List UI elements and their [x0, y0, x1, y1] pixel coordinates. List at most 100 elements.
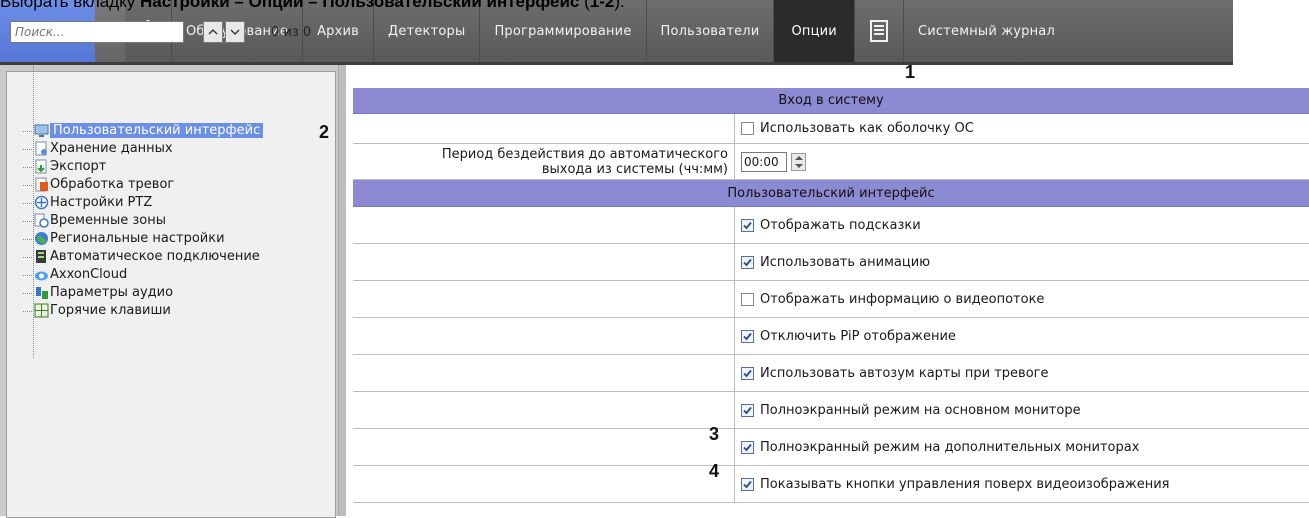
table-row: Использовать как оболочку ОС — [353, 114, 1309, 144]
checkmark-icon — [743, 221, 752, 229]
search-next-button[interactable] — [225, 21, 245, 43]
row-value-cell: Показывать кнопки управления поверх виде… — [735, 466, 1309, 502]
option-label: Отключить PiP отображение — [760, 328, 956, 344]
server-icon — [36, 250, 46, 263]
table-row: Отображать информацию о видеопотоке — [353, 281, 1309, 318]
caption-refs-close: ). — [614, 0, 625, 11]
use-shell-label: Использовать как оболочку ОС — [760, 121, 974, 136]
caption-refs-open: ( — [579, 0, 590, 11]
marker-3: 3 — [709, 424, 720, 444]
clock-icon — [34, 213, 49, 228]
tree-item-export[interactable]: Экспорт — [20, 158, 350, 176]
row-value-cell: Полноэкранный режим на основном мониторе — [735, 392, 1309, 428]
tree-item-label: Экспорт — [50, 159, 107, 174]
option-label: Показывать кнопки управления поверх виде… — [760, 476, 1170, 492]
option-checkbox[interactable] — [741, 292, 754, 306]
tree-branch-line — [23, 167, 34, 168]
tree-item-time-zones[interactable]: Временные зоны — [20, 212, 350, 230]
tree-item-auto-connection[interactable]: Автоматическое подключение — [20, 248, 350, 266]
search-match-count: 0 из 0 — [271, 25, 312, 40]
tree-item-data-storage[interactable]: Хранение данных — [20, 140, 350, 158]
table-row: Полноэкранный режим на основном мониторе — [353, 392, 1309, 429]
chevron-up-icon — [208, 29, 218, 35]
table-row: Полноэкранный режим на дополнительных мо… — [353, 429, 1309, 466]
row-value-cell: Использовать автозум карты при тревоге — [735, 355, 1309, 391]
option-label: Отображать подсказки — [760, 217, 921, 233]
storage-icon — [35, 141, 47, 156]
checkmark-icon — [743, 258, 752, 266]
row-value-cell: Использовать анимацию — [735, 244, 1309, 280]
caption-prefix: Выбрать вкладку — [0, 0, 141, 11]
table-row: Период бездействия до автоматического вы… — [353, 144, 1309, 180]
tree-item-user-interface[interactable]: Пользовательский интерфейс — [20, 122, 350, 140]
row-label-cell: Период бездействия до автоматического вы… — [353, 144, 735, 179]
instruction-caption: Выбрать вкладку Настройки – Опции – Поль… — [0, 0, 1309, 11]
row-label-cell — [353, 281, 735, 317]
tree-item-ptz-settings[interactable]: Настройки PTZ — [20, 194, 350, 212]
search-input[interactable] — [10, 21, 184, 43]
option-checkbox[interactable] — [741, 218, 754, 232]
use-shell-checkbox[interactable] — [741, 122, 754, 135]
tree-item-label: AxxonCloud — [50, 267, 128, 282]
marker-1: 1 — [905, 62, 916, 82]
option-checkbox[interactable] — [741, 366, 754, 380]
row-label-cell — [353, 392, 735, 428]
chevron-down-icon — [230, 29, 240, 35]
search-prev-button[interactable] — [203, 21, 223, 43]
marker-4: 4 — [709, 461, 720, 481]
export-icon — [35, 159, 47, 174]
marker-2: 2 — [319, 122, 330, 142]
idle-time-spinner[interactable] — [791, 152, 806, 171]
tree-branch-line — [23, 293, 34, 294]
table-row: Использовать автозум карты при тревоге — [353, 355, 1309, 392]
caption-refs: 1-2 — [589, 0, 615, 11]
table-row: Отключить PiP отображение — [353, 318, 1309, 355]
tree-branch-line — [23, 275, 34, 276]
caption-path: Настройки – Опции – Пользовательский инт… — [140, 0, 580, 11]
tree-branch-line — [23, 185, 34, 186]
idle-time-input[interactable]: 00:00 — [741, 151, 787, 172]
tree-item-label: Автоматическое подключение — [50, 249, 260, 264]
option-checkbox[interactable] — [741, 255, 754, 269]
row-value-cell: Отображать подсказки — [735, 207, 1309, 243]
monitor-icon — [34, 124, 49, 137]
option-checkbox[interactable] — [741, 403, 754, 417]
tree-item-regional-settings[interactable]: Региональные настройки — [20, 230, 350, 248]
table-row: Показывать кнопки управления поверх виде… — [353, 466, 1309, 503]
option-label: Полноэкранный режим на основном мониторе — [760, 402, 1081, 418]
row-label-cell — [353, 355, 735, 391]
tree-branch-line — [23, 221, 34, 222]
tree-branch-line — [23, 239, 34, 240]
idle-period-label-line1: Период бездействия до автоматического — [441, 147, 728, 162]
checkmark-icon — [743, 369, 752, 377]
option-label: Отображать информацию о видеопотоке — [760, 291, 1045, 307]
option-label: Использовать анимацию — [760, 254, 931, 270]
tree-item-alarm-handling[interactable]: Обработка тревог — [20, 176, 350, 194]
tree-branch-line — [23, 203, 34, 204]
ptz-icon — [34, 195, 49, 210]
row-value-cell: Отображать информацию о видеопотоке — [735, 281, 1309, 317]
option-checkbox[interactable] — [741, 440, 754, 454]
tree-item-label: Пользовательский интерфейс — [50, 123, 264, 138]
row-value-cell: Использовать как оболочку ОС — [735, 114, 1309, 143]
tree-branch-line — [23, 311, 34, 312]
tree-item-label: Временные зоны — [50, 213, 166, 228]
table-row: Отображать подсказки — [353, 207, 1309, 244]
tree-item-label: Параметры аудио — [50, 285, 174, 300]
option-checkbox[interactable] — [741, 329, 754, 343]
row-label-cell — [353, 207, 735, 243]
checkmark-icon — [743, 332, 752, 340]
checkmark-icon — [743, 443, 752, 451]
settings-tree: Пользовательский интерфейс Хранение данн… — [20, 122, 350, 320]
globe-icon — [35, 232, 48, 245]
option-rows: Отображать подсказки Использовать анимаци… — [353, 207, 1309, 503]
section-header-login: Вход в систему — [353, 88, 1309, 114]
option-label: Полноэкранный режим на дополнительных мо… — [760, 439, 1140, 455]
row-value-cell: Полноэкранный режим на дополнительных мо… — [735, 429, 1309, 465]
option-checkbox[interactable] — [741, 477, 754, 491]
tree-item-hotkeys[interactable]: Горячие клавиши — [20, 302, 350, 320]
tree-item-audio-parameters[interactable]: Параметры аудио — [20, 284, 350, 302]
checkmark-icon — [743, 406, 752, 414]
checkmark-icon — [743, 480, 752, 488]
tree-item-axxoncloud[interactable]: AxxonCloud — [20, 266, 350, 284]
